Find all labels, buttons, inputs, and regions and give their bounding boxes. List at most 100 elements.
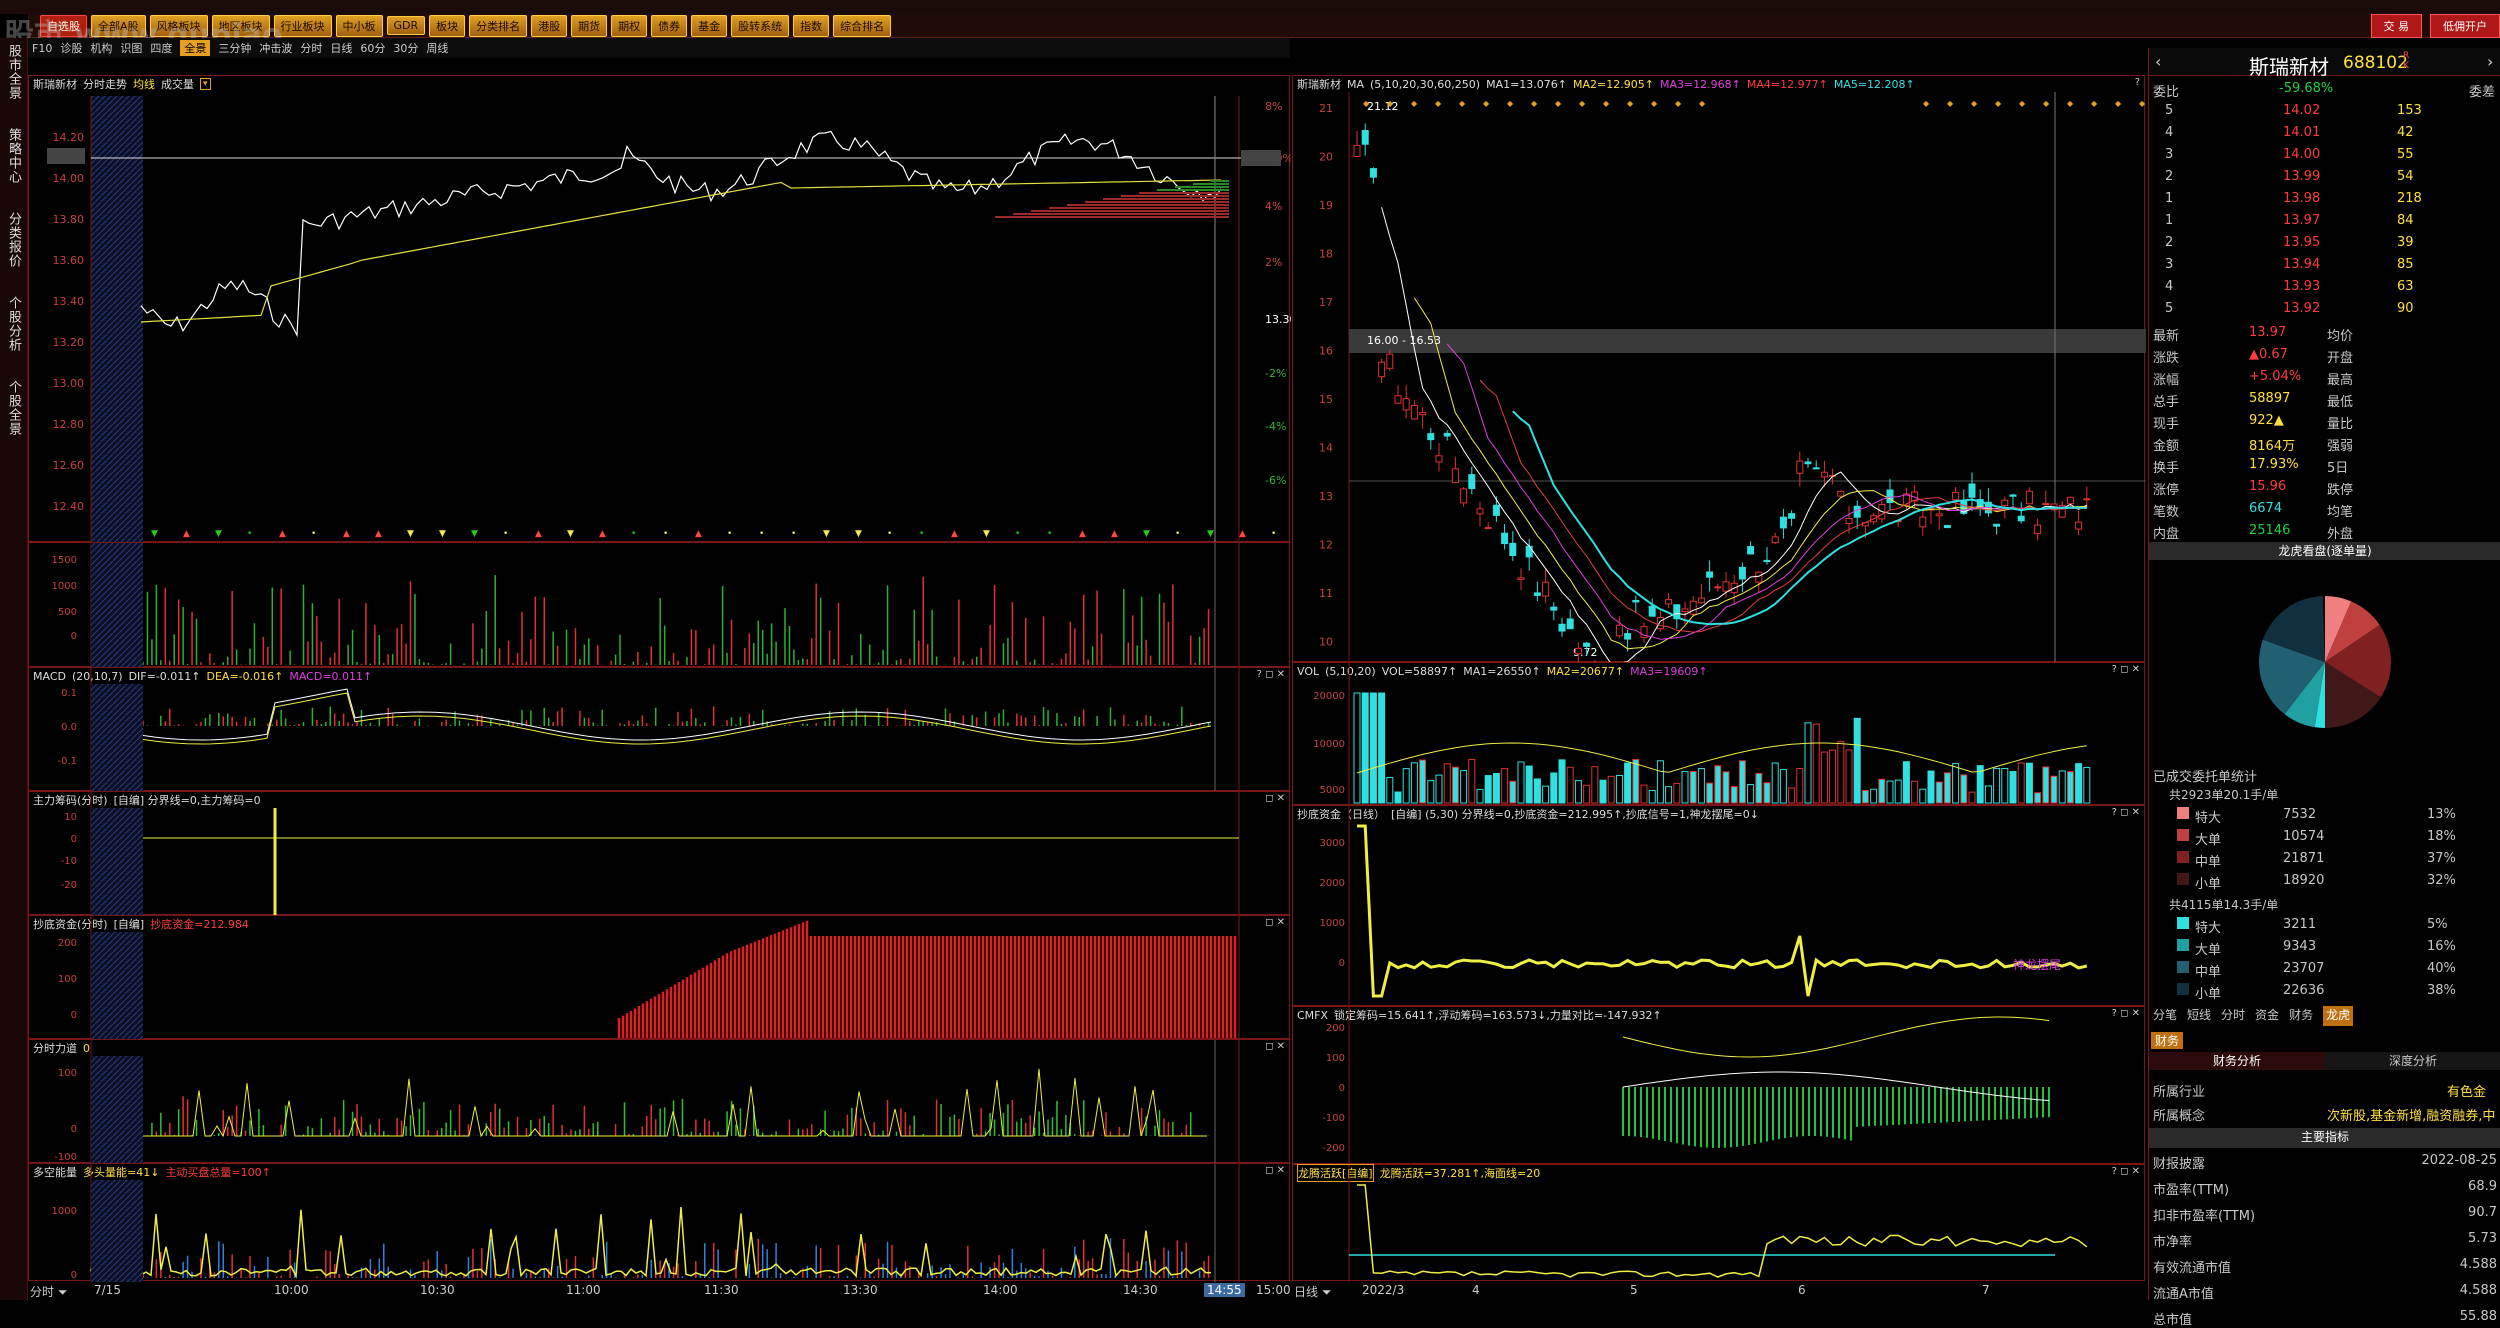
toolbar-btn-12[interactable]: 周线 — [426, 40, 448, 56]
signal-marker: • — [759, 529, 764, 539]
toolbar-btn-2[interactable]: 机构 — [90, 40, 112, 56]
menu-item-14[interactable]: 股转系统 — [731, 15, 789, 37]
stat-label-2: 5日 — [2327, 457, 2348, 476]
dvol-bar — [1780, 770, 1786, 803]
toolbar-btn-10[interactable]: 60分 — [360, 40, 385, 56]
cdzj-tick-0: 200 — [58, 938, 77, 949]
signal-marker: ▲ — [375, 529, 382, 539]
menu-item-15[interactable]: 指数 — [793, 15, 829, 37]
stat-label-2: 均价 — [2327, 325, 2353, 344]
dvol-bar — [1805, 723, 1811, 803]
dvol-bar — [1641, 785, 1647, 803]
fin-value: 2022-08-25 — [2421, 1153, 2497, 1168]
candle-body — [1616, 625, 1622, 636]
webi-value: -59.68% — [2279, 81, 2333, 96]
zlcm-tick-1: 0 — [71, 834, 77, 845]
toolbar-btn-3[interactable]: 识图 — [120, 40, 142, 56]
stat-value: 25146 — [2249, 523, 2290, 538]
toolbar-btn-0[interactable]: F10 — [32, 42, 52, 55]
candle-body — [1395, 396, 1401, 403]
candle-body — [2026, 491, 2032, 503]
dvol-bar — [1682, 772, 1688, 803]
left-tab-2[interactable]: 分类报价 — [4, 212, 23, 268]
dvol-bar — [1821, 752, 1827, 803]
dvol-bar — [1387, 778, 1393, 803]
quote-tab-2[interactable]: 分时 — [2221, 1006, 2245, 1026]
concept-row: 所属概念 次新股,基金新增,融资融券,中 — [2149, 1102, 2500, 1124]
dvol-bar — [1649, 790, 1655, 803]
candle-body — [1838, 491, 1844, 496]
toolbar-btn-7[interactable]: 冲击波 — [259, 40, 292, 56]
menu-item-11[interactable]: 期权 — [611, 15, 647, 37]
daily-price-tick-8: 13 — [1319, 490, 1333, 503]
vol-tick-1: 1000 — [52, 581, 77, 592]
dvol-bar — [1600, 780, 1606, 803]
menu-item-12[interactable]: 债券 — [651, 15, 687, 37]
fin-value: 4.588 — [2460, 1283, 2497, 1298]
quote-tab-0[interactable]: 分笔 — [2153, 1006, 2177, 1026]
buy-summary: 共2923单20.1手/单 — [2169, 786, 2278, 803]
fsld-tick-2: -100 — [54, 1152, 77, 1163]
candle-body — [1362, 131, 1368, 145]
signal-marker: • — [1015, 529, 1020, 539]
back-icon[interactable]: ‹ — [2155, 52, 2161, 71]
menu-item-5[interactable]: 中小板 — [336, 15, 383, 37]
quote-tab-1[interactable]: 短线 — [2187, 1006, 2211, 1026]
macd-chart: 0.10.0-0.1 — [29, 668, 1291, 792]
toolbar-btn-6[interactable]: 三分钟 — [218, 40, 251, 56]
intraday-fsld-pane: 分时力道 0 ◻ ✕ 1000-100 — [28, 1039, 1290, 1163]
menu-item-8[interactable]: 分类排名 — [469, 15, 527, 37]
dvol-bar — [2043, 767, 2049, 803]
signal-marker: ▼ — [151, 529, 158, 539]
toolbar-btn-9[interactable]: 日线 — [330, 40, 352, 56]
order-pie-chart — [2149, 562, 2500, 762]
time-axis-label[interactable]: 分时 ⏷ — [30, 1283, 67, 1300]
quote-tab-4[interactable]: 财务 — [2289, 1006, 2313, 1026]
sell-order-vol: 9343 — [2283, 939, 2316, 954]
dkn-tick-1: 0 — [71, 1270, 77, 1281]
open-account-button[interactable]: 低佣开户 — [2430, 14, 2500, 38]
toolbar-btn-8[interactable]: 分时 — [300, 40, 322, 56]
date-tick-4: 7 — [1982, 1283, 1990, 1297]
menu-item-6[interactable]: GDR — [387, 16, 426, 35]
bid-volume: 90 — [2397, 301, 2414, 316]
menu-item-16[interactable]: 综合排名 — [833, 15, 891, 37]
signal-marker: ▲ — [695, 529, 702, 539]
date-axis-label[interactable]: 日线 ⏷ — [1294, 1283, 1331, 1300]
bid-volume: 63 — [2397, 279, 2414, 294]
price-tick-6: 13.20 — [53, 336, 85, 349]
left-tab-1[interactable]: 策略中心 — [4, 128, 23, 184]
pct-tick-5: -2% — [1265, 367, 1286, 380]
left-tab-4[interactable]: 个股全景 — [4, 380, 23, 436]
toolbar-btn-11[interactable]: 30分 — [393, 40, 418, 56]
menu-item-13[interactable]: 基金 — [691, 15, 727, 37]
menu-item-9[interactable]: 港股 — [531, 15, 567, 37]
tab-fin-analysis[interactable]: 财务分析 — [2149, 1052, 2325, 1070]
ask-row: 314.0055 — [2149, 144, 2500, 166]
toolbar-btn-1[interactable]: 诊股 — [60, 40, 82, 56]
tab-deep-analysis[interactable]: 深度分析 — [2325, 1052, 2500, 1070]
stock-code: 688102 — [2343, 53, 2408, 73]
candle-body — [1477, 509, 1483, 514]
tab-finance[interactable]: 财务 — [2151, 1032, 2183, 1049]
forward-icon[interactable]: › — [2487, 52, 2493, 71]
left-tab-0[interactable]: 股市全景 — [4, 44, 23, 100]
toolbar-btn-5[interactable]: 全景 — [180, 40, 210, 56]
dvol-bar — [1903, 762, 1909, 803]
intraday-price-chart: 14.2014.1014.0013.8013.6013.4013.2013.00… — [29, 76, 1291, 543]
trade-button[interactable]: 交 易 — [2371, 14, 2423, 38]
quote-tab-5[interactable]: 龙虎 — [2323, 1006, 2353, 1026]
ask-volume: 153 — [2397, 103, 2422, 118]
quote-tab-3[interactable]: 资金 — [2255, 1006, 2279, 1026]
menu-item-7[interactable]: 板块 — [429, 15, 465, 37]
buy-order-pct: 37% — [2427, 851, 2456, 866]
stat-label-2: 量比 — [2327, 413, 2353, 432]
candle-body — [2084, 499, 2090, 500]
daily-price-tick-5: 16 — [1319, 345, 1333, 358]
dcdzj-tick-2: 1000 — [1320, 918, 1345, 929]
left-tab-3[interactable]: 个股分析 — [4, 296, 23, 352]
menu-item-10[interactable]: 期货 — [571, 15, 607, 37]
dvol-bar — [1830, 750, 1836, 803]
stat-label: 笔数 — [2153, 501, 2179, 520]
toolbar-btn-4[interactable]: 四度 — [150, 40, 172, 56]
